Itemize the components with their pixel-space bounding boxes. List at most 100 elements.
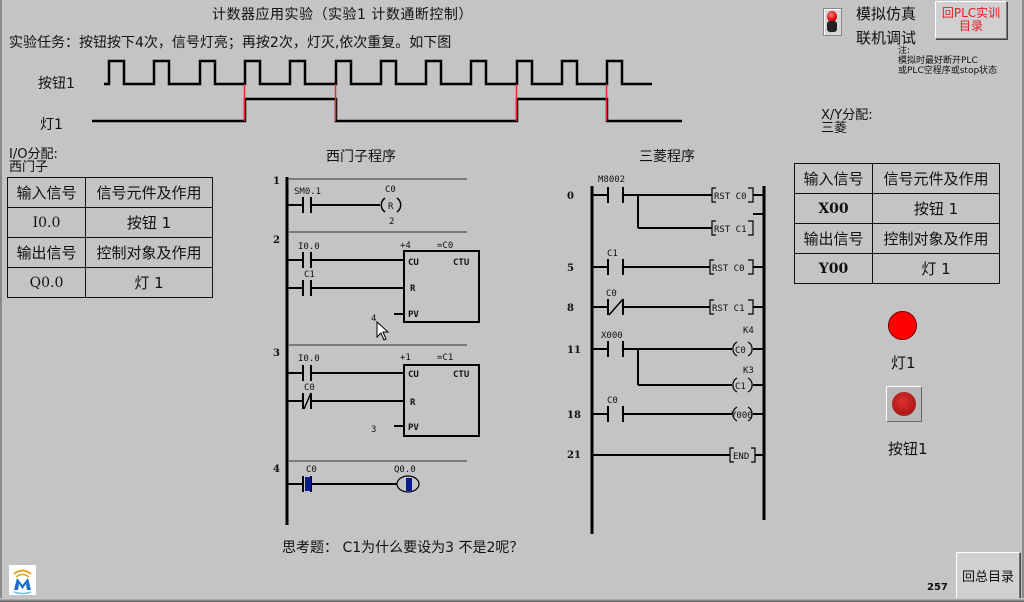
contact-label: C1 [304, 270, 315, 280]
table-cell: Q0.0 [7, 267, 86, 298]
push-button-1[interactable] [886, 386, 922, 422]
instruction-label: RST C1 [714, 225, 747, 235]
nc-contact-c0 [288, 392, 404, 410]
contact-label: M8002 [598, 175, 625, 185]
push-button-label: 按钮1 [888, 440, 928, 458]
nc-contact-c0 [593, 298, 710, 316]
instruction-label: RST C0 [714, 192, 747, 202]
contact-m8002 [593, 187, 712, 229]
instruction-label: RST C0 [712, 264, 745, 274]
thinking-question: 思考题： C1为什么要设为3 不是2呢？ [282, 540, 524, 556]
step-number: 8 [567, 303, 574, 314]
table-cell: 控制对象及作用 [85, 237, 213, 268]
coil-count: 2 [389, 217, 394, 227]
step-number: 21 [567, 450, 581, 461]
contact-c1 [288, 280, 404, 296]
table-row: 输入信号 信号元件及作用 [7, 177, 213, 208]
table-row: I0.0 按钮 1 [7, 207, 213, 238]
coil-label: C1 [735, 382, 746, 392]
siemens-io-table: 输入信号 信号元件及作用 I0.0 按钮 1 输出信号 控制对象及作用 Q0.0 灯 1 [7, 177, 213, 298]
mitsubishi-ladder-diagram: 0 5 8 11 18 21 M8002 RST C0 RST C1 C1 RS… [567, 175, 766, 534]
table-row: 输出信号 控制对象及作用 [794, 223, 1000, 254]
mitsubishi-vendor-label: 三菱 [821, 121, 848, 136]
cu-input-label: CU [408, 258, 419, 268]
mouse-cursor-icon [376, 321, 390, 341]
timing-diagram [92, 59, 682, 123]
counter-preset-marker: +1 [400, 353, 411, 363]
coil-label: C0 [735, 346, 746, 356]
cu-input-label: CU [408, 370, 419, 380]
mitsubishi-io-table: 输入信号 信号元件及作用 X00 按钮 1 输出信号 控制对象及作用 Y00 灯 1 [794, 163, 1000, 284]
contact-c0 [593, 406, 732, 422]
contact-label: I0.0 [298, 354, 320, 364]
pv-input-label: PV [408, 310, 419, 320]
contact-label: C1 [607, 249, 618, 259]
contact-label: X000 [601, 331, 623, 341]
step-number: 11 [567, 345, 581, 356]
table-cell: 灯 1 [85, 267, 213, 298]
step-number: 0 [567, 191, 574, 202]
back-to-main-menu-button[interactable]: 回总目录 [956, 552, 1020, 599]
siemens-program-title: 西门子程序 [326, 149, 396, 165]
table-cell: 输入信号 [794, 163, 873, 194]
instruction-label: END [733, 452, 749, 462]
contact-label: I0.0 [298, 242, 320, 252]
page-number: 257 [927, 582, 948, 593]
contact-label: C0 [607, 396, 618, 406]
rung-number: 3 [273, 348, 280, 359]
contact-i0-0 [288, 365, 404, 381]
mitsubishi-program-title: 三菱程序 [639, 149, 695, 165]
table-row: 输出信号 控制对象及作用 [7, 237, 213, 268]
red-toggle-switch-icon[interactable] [823, 8, 842, 36]
contact-label: C0 [306, 465, 317, 475]
step-number: 5 [567, 263, 574, 274]
contact-label: C0 [304, 383, 315, 393]
contact-label: C0 [606, 289, 617, 299]
coil-label: Q0.0 [394, 465, 416, 475]
table-cell: X00 [794, 193, 873, 224]
table-cell: 灯 1 [872, 253, 1000, 284]
contact-i0-0 [288, 252, 404, 268]
contact-x000 [593, 341, 732, 386]
coil-address: C0 [385, 185, 396, 195]
lamp-label: 灯1 [891, 354, 916, 372]
red-push-button-icon [892, 392, 916, 416]
rung-number: 4 [273, 464, 280, 475]
simulate-mode-label[interactable]: 模拟仿真 [856, 3, 916, 24]
back-to-plc-menu-button[interactable]: 回PLC实训 目录 [935, 1, 1007, 39]
table-cell: 信号元件及作用 [85, 177, 213, 208]
table-cell: 输入信号 [7, 177, 86, 208]
app-logo-icon [9, 565, 36, 595]
online-debug-label[interactable]: 联机调试 [856, 27, 916, 48]
contact-c1 [593, 259, 710, 275]
coil-type: R [388, 202, 394, 212]
counter-name: =C1 [437, 353, 453, 363]
siemens-vendor-label: 西门子 [9, 160, 49, 175]
ctu-label: CTU [453, 370, 469, 380]
note-line: 模拟时最好断开PLC [898, 56, 978, 66]
rung-number: 2 [273, 235, 280, 246]
lamp-waveform [92, 97, 682, 123]
table-cell: 信号元件及作用 [872, 163, 1000, 194]
contact-c0-active [288, 476, 397, 492]
siemens-ladder-diagram: 1 2 3 4 SM0.1 C0 R 2 I0.0 C1 +4 =C0 CU C… [273, 176, 480, 525]
pv-input-label: PV [408, 423, 419, 433]
constant-label: K4 [743, 326, 754, 336]
note-line: 注: [898, 46, 911, 56]
contact-sm0-1 [288, 197, 380, 213]
lamp-indicator [888, 311, 917, 340]
instruction-label: RST C1 [712, 304, 745, 314]
table-cell: Y00 [794, 253, 873, 284]
coil-label: Y000 [731, 411, 753, 421]
counter-name: =C0 [437, 241, 453, 251]
r-input-label: R [410, 398, 416, 408]
window-frame-bottom [0, 598, 1024, 602]
table-cell: 输出信号 [7, 237, 86, 268]
counter-preset-marker: +4 [400, 241, 411, 251]
table-row: Y00 灯 1 [794, 253, 1000, 284]
ctu-label: CTU [453, 258, 469, 268]
note-line: 或PLC空程序或stop状态 [898, 66, 998, 76]
table-cell: 按钮 1 [85, 207, 213, 238]
table-cell: 控制对象及作用 [872, 223, 1000, 254]
table-cell: 输出信号 [794, 223, 873, 254]
